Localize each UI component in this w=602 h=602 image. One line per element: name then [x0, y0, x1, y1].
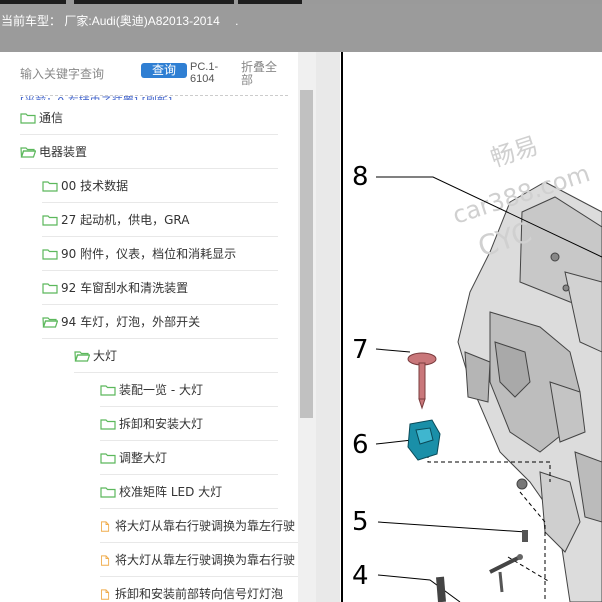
tree-node-label: 校准矩阵 LED 大灯: [119, 485, 223, 499]
tree-node[interactable]: 拆卸和安装大灯: [100, 407, 278, 441]
folder-icon: [100, 452, 119, 464]
tree-node-label: 将大灯从靠右行驶调换为靠左行驶: [115, 519, 296, 533]
scrollbar-thumb[interactable]: [300, 90, 313, 418]
tree-node[interactable]: 将大灯从靠左行驶调换为靠右行驶: [100, 543, 298, 577]
callout-numbers: 8 7 6 5 4: [352, 162, 369, 591]
tree-node[interactable]: 00 技术数据: [42, 169, 278, 203]
tree-node-label: 装配一览 - 大灯: [119, 383, 203, 397]
tree-node-label: 90 附件，仪表，档位和消耗显示: [61, 247, 237, 261]
tree-node-label: 大灯: [93, 349, 118, 363]
fold-all-link[interactable]: 折叠全部: [241, 61, 283, 87]
callout-4: 4: [352, 561, 369, 591]
header-bar: 当前车型： 厂家:Audi(奥迪)A82013-2014 .: [0, 4, 602, 52]
document-icon: [100, 587, 115, 601]
tree-node[interactable]: 大灯: [74, 339, 278, 373]
header-trailing: .: [235, 14, 239, 28]
sidebar: 输入关键字查询 查询 PC.1-6104 折叠全部 [当前：0.车辆电子装置] …: [0, 52, 316, 602]
callout-7: 7: [352, 335, 369, 365]
current-vehicle: 当前车型： 厂家:Audi(奥迪)A82013-2014 .: [1, 12, 238, 29]
small-fasteners: [436, 530, 528, 602]
tree-node-label: 92 车窗刮水和清洗装置: [61, 281, 189, 295]
folder-icon: [42, 248, 61, 260]
tree-node[interactable]: 装配一览 - 大灯: [100, 373, 278, 407]
tree-node[interactable]: 将大灯从靠右行驶调换为靠左行驶: [100, 509, 298, 543]
tree-node[interactable]: 94 车灯，灯泡，外部开关: [42, 305, 278, 339]
callout-6: 6: [352, 430, 369, 460]
document-icon: [100, 553, 115, 567]
folder-icon: [42, 214, 61, 226]
tree-node-label: 电器装置: [39, 145, 88, 159]
tree-node-label: 27 起动机，供电，GRA: [61, 213, 190, 227]
tree-node[interactable]: 拆卸和安装前部转向信号灯灯泡: [100, 577, 298, 602]
vehicle-value: 厂家:Audi(奥迪)A82013-2014: [64, 14, 220, 28]
exploded-parts-diagram: 畅易 car388.com CYC 8 7 6 5 4: [341, 52, 602, 602]
folder-icon: [20, 112, 39, 124]
callout-5: 5: [352, 507, 369, 537]
tree-node[interactable]: 27 起动机，供电，GRA: [42, 203, 278, 237]
tree-node-label: 调整大灯: [119, 451, 168, 465]
tree-node-label: 通信: [39, 111, 64, 125]
callout-8: 8: [352, 162, 369, 192]
tree-node-label: 拆卸和安装大灯: [119, 417, 204, 431]
tree-node[interactable]: 电器装置: [20, 135, 278, 169]
pc-code: PC.1-6104: [190, 61, 219, 85]
tree-node-label: 94 车灯，灯泡，外部开关: [61, 315, 201, 329]
folder-open-icon: [74, 350, 93, 362]
diagram-panel: 畅易 car388.com CYC 8 7 6 5 4: [340, 52, 602, 602]
tree-node-label: 00 技术数据: [61, 179, 129, 193]
document-icon: [100, 519, 115, 533]
bolt-part: [407, 352, 437, 410]
folder-icon: [100, 418, 119, 430]
vehicle-label: 当前车型：: [1, 14, 62, 28]
svg-text:畅易: 畅易: [487, 131, 541, 172]
tree-node[interactable]: 通信: [20, 101, 278, 135]
folder-icon: [42, 282, 61, 294]
tree-node[interactable]: 校准矩阵 LED 大灯: [100, 475, 278, 509]
folder-icon: [100, 384, 119, 396]
tree-node[interactable]: 92 车窗刮水和清洗装置: [42, 271, 278, 305]
search-input[interactable]: 输入关键字查询: [20, 65, 104, 82]
panel-divider[interactable]: [316, 52, 340, 602]
folder-icon: [100, 486, 119, 498]
folder-open-icon: [42, 316, 61, 328]
search-button[interactable]: 查询: [141, 63, 187, 78]
tree-node[interactable]: 90 附件，仪表，档位和消耗显示: [42, 237, 278, 271]
current-path[interactable]: [当前：0.车辆电子装置] [刷新]: [20, 90, 172, 100]
folder-icon: [42, 180, 61, 192]
tree-node-label: 将大灯从靠左行驶调换为靠右行驶: [115, 553, 296, 567]
tree-node-label: 拆卸和安装前部转向信号灯灯泡: [115, 587, 284, 601]
clip-part: [407, 419, 441, 461]
tree-node[interactable]: 调整大灯: [100, 441, 278, 475]
folder-open-icon: [20, 146, 39, 158]
